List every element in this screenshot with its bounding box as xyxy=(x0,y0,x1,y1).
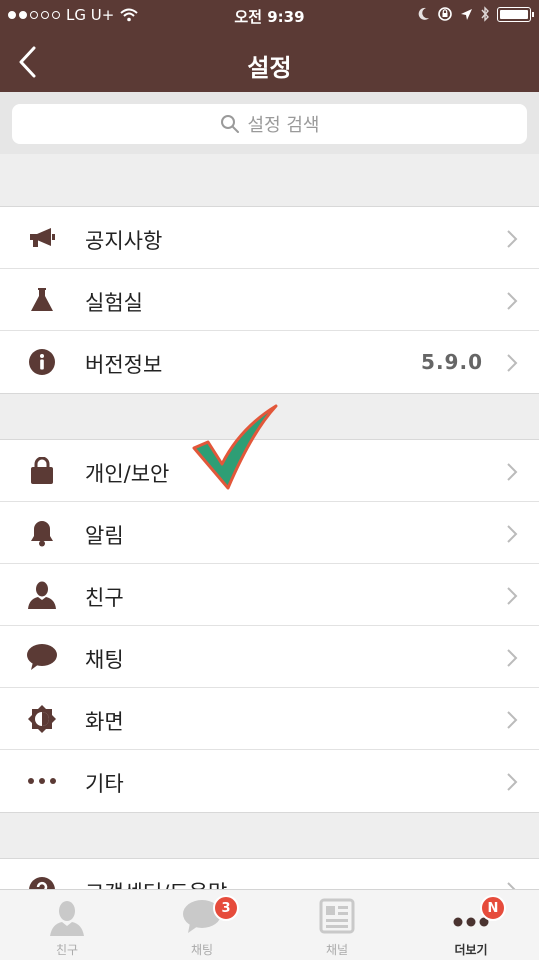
bluetooth-icon xyxy=(481,6,489,22)
search-placeholder: 설정 검색 xyxy=(247,115,320,136)
settings-row-label: 버전정보 xyxy=(85,353,163,377)
settings-row-display[interactable]: 화면 xyxy=(0,688,539,750)
bell-icon xyxy=(24,517,60,549)
settings-section-general: 개인/보안 알림 친구 채팅 화면 기타 xyxy=(0,439,539,813)
tab-bar: 친구 3 채팅 채널 N 더보기 xyxy=(0,889,539,960)
chevron-right-icon xyxy=(507,587,518,605)
settings-row-version[interactable]: 버전정보 5.9.0 xyxy=(0,331,539,393)
tab-label: 채널 xyxy=(325,943,349,957)
search-input[interactable]: 설정 검색 xyxy=(12,104,527,144)
status-bar: LG U+ 오전 9:39 xyxy=(0,0,539,32)
app-header: LG U+ 오전 9:39 설정 xyxy=(0,0,539,92)
more-new-badge: N xyxy=(480,895,506,921)
settings-row-chat[interactable]: 채팅 xyxy=(0,626,539,688)
more-dots-icon xyxy=(24,765,60,797)
chevron-right-icon xyxy=(507,711,518,729)
settings-row-label: 기타 xyxy=(85,772,124,796)
settings-row-label: 친구 xyxy=(85,586,124,610)
tab-label: 친구 xyxy=(55,943,79,957)
settings-row-friends[interactable]: 친구 xyxy=(0,564,539,626)
settings-section-info: 공지사항 실험실 버전정보 5.9.0 xyxy=(0,206,539,394)
channel-tab-icon xyxy=(319,898,355,934)
search-icon xyxy=(220,115,239,133)
tab-label: 더보기 xyxy=(454,943,488,957)
nav-bar: 설정 xyxy=(0,32,539,92)
chevron-right-icon xyxy=(507,292,518,310)
person-icon xyxy=(24,579,60,611)
rotation-lock-icon xyxy=(438,7,452,21)
chevron-right-icon xyxy=(507,354,518,372)
tab-channel[interactable]: 채널 xyxy=(270,890,404,960)
brightness-icon xyxy=(24,703,60,735)
settings-row-label: 공지사항 xyxy=(85,229,163,253)
tab-label: 채팅 xyxy=(190,943,214,957)
friends-tab-icon xyxy=(50,901,84,936)
moon-icon xyxy=(418,7,429,20)
tab-more[interactable]: N 더보기 xyxy=(404,890,538,960)
speech-bubble-icon xyxy=(24,641,60,673)
chevron-right-icon xyxy=(507,649,518,667)
settings-row-label: 채팅 xyxy=(85,648,124,672)
flask-icon xyxy=(24,284,60,316)
chat-unread-badge: 3 xyxy=(213,895,239,921)
tab-chat[interactable]: 3 채팅 xyxy=(135,890,269,960)
megaphone-icon xyxy=(24,222,60,254)
battery-icon xyxy=(497,6,534,22)
version-value: 5.9.0 xyxy=(421,350,483,374)
lock-icon xyxy=(24,455,60,487)
settings-row-label: 알림 xyxy=(85,524,124,548)
settings-row-notifications[interactable]: 알림 xyxy=(0,502,539,564)
location-icon xyxy=(461,8,472,20)
chevron-right-icon xyxy=(507,463,518,481)
chevron-right-icon xyxy=(507,773,518,791)
info-icon xyxy=(24,346,60,378)
page-title: 설정 xyxy=(247,54,292,82)
tab-friends[interactable]: 친구 xyxy=(0,890,134,960)
settings-row-lab[interactable]: 실험실 xyxy=(0,269,539,331)
search-area: 설정 검색 xyxy=(0,92,539,154)
settings-row-label: 실험실 xyxy=(85,291,143,315)
settings-row-etc[interactable]: 기타 xyxy=(0,750,539,812)
chevron-right-icon xyxy=(507,230,518,248)
settings-row-label: 화면 xyxy=(85,710,124,734)
chevron-right-icon xyxy=(507,525,518,543)
settings-row-notice[interactable]: 공지사항 xyxy=(0,207,539,269)
settings-row-label: 개인/보안 xyxy=(85,462,170,486)
checkmark-icon xyxy=(192,404,278,490)
